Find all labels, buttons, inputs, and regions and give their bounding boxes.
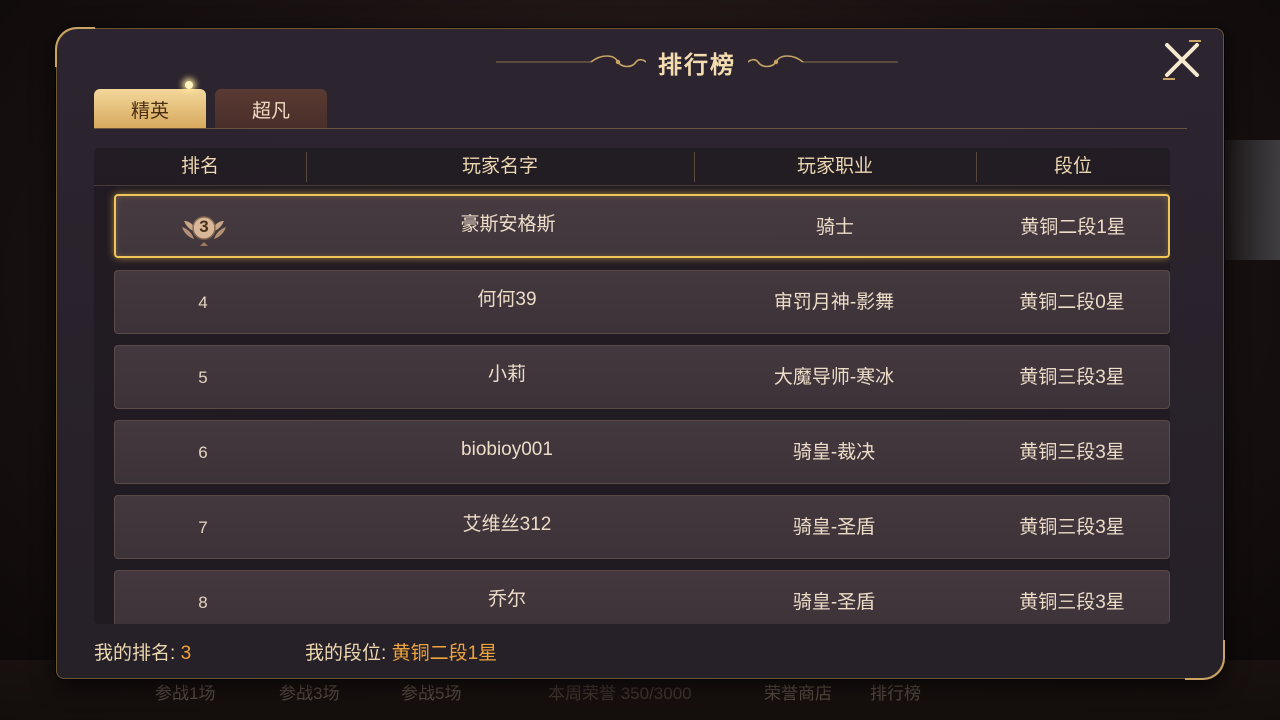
bg-weekly-honor: 本周荣誉 350/3000	[548, 684, 692, 703]
bg-task-5: 参战5场	[401, 684, 462, 703]
title-flourish-right-icon	[748, 55, 898, 68]
close-x-icon	[1163, 40, 1201, 80]
row-player-name: 豪斯安格斯	[460, 214, 556, 235]
my-tier-value: 黄铜二段1星	[391, 643, 498, 664]
row-tier: 黄铜三段3星	[1019, 442, 1125, 463]
row-rank-number: 3	[199, 217, 209, 236]
table-row-self[interactable]: 豪斯安格斯 骑士 黄铜二段1星 3	[114, 194, 1170, 258]
row-rank-number: 6	[198, 443, 208, 462]
row-player-name: 乔尔	[487, 589, 526, 610]
my-rank-value: 3	[180, 643, 192, 664]
bg-task-3: 参战3场	[279, 684, 340, 703]
row-player-name: biobioy001	[461, 439, 553, 460]
table-row[interactable]: 8 乔尔 骑皇-圣盾 黄铜三段3星	[114, 570, 1170, 624]
row-player-class: 骑皇-圣盾	[792, 592, 876, 613]
panel-title: 排行榜	[658, 51, 736, 79]
sparkle-effect	[185, 81, 193, 89]
row-player-class: 审罚月神-影舞	[773, 292, 895, 313]
my-rank-label: 我的排名:	[94, 643, 176, 664]
row-tier: 黄铜三段3星	[1019, 592, 1125, 613]
tab-transcendent[interactable]: 超凡	[215, 89, 327, 129]
table-row[interactable]: 7 艾维丝312 骑皇-圣盾 黄铜三段3星	[114, 495, 1170, 559]
column-header-player-class: 玩家职业	[796, 156, 873, 177]
row-rank-number: 7	[198, 518, 208, 537]
row-player-class: 骑皇-裁决	[792, 442, 876, 463]
panel-corner-ornament	[55, 27, 95, 67]
leaderboard-panel: 排行榜 精英 超凡 排名 玩家名字 玩家职业 段位 豪斯安格斯 骑士 黄铜二段1…	[55, 27, 1225, 680]
ranking-table: 排名 玩家名字 玩家职业 段位 豪斯安格斯 骑士 黄铜二段1星 3 4 何何39…	[94, 148, 1170, 624]
bg-leaderboard: 排行榜	[870, 684, 921, 703]
row-tier: 黄铜二段1星	[1020, 217, 1126, 238]
row-tier: 黄铜三段3星	[1019, 517, 1125, 538]
my-tier: 我的段位: 黄铜二段1星	[305, 638, 497, 665]
table-row[interactable]: 6 biobioy001 骑皇-裁决 黄铜三段3星	[114, 420, 1170, 484]
panel-title-bar: 排行榜	[487, 45, 907, 79]
tab-divider	[94, 128, 1187, 129]
table-row[interactable]: 5 小莉 大魔导师-寒冰 黄铜三段3星	[114, 345, 1170, 409]
row-player-class: 大魔导师-寒冰	[773, 367, 895, 388]
close-button[interactable]	[1159, 37, 1205, 83]
row-player-class: 骑士	[815, 217, 854, 238]
my-rank: 我的排名: 3	[94, 638, 191, 665]
title-flourish-left-icon	[496, 55, 646, 68]
row-player-name: 何何39	[477, 289, 537, 310]
row-tier: 黄铜三段3星	[1019, 367, 1125, 388]
row-tier: 黄铜二段0星	[1019, 292, 1125, 313]
row-rank-number: 8	[198, 593, 208, 612]
row-rank-number: 5	[198, 368, 208, 387]
row-player-name: 小莉	[487, 364, 526, 385]
bg-task-1: 参战1场	[155, 684, 216, 703]
row-player-name: 艾维丝312	[462, 514, 552, 535]
table-row[interactable]: 4 何何39 审罚月神-影舞 黄铜二段0星	[114, 270, 1170, 334]
column-header-rank: 排名	[180, 156, 219, 177]
table-header: 排名 玩家名字 玩家职业 段位	[94, 148, 1170, 186]
ranking-rows: 豪斯安格斯 骑士 黄铜二段1星 3 4 何何39 审罚月神-影舞 黄铜二段0星 …	[94, 186, 1170, 624]
tab-elite[interactable]: 精英	[94, 89, 206, 129]
row-rank-number: 4	[198, 293, 208, 312]
my-tier-label: 我的段位:	[305, 643, 387, 664]
row-player-class: 骑皇-圣盾	[792, 517, 876, 538]
bg-honor-shop: 荣誉商店	[764, 684, 832, 703]
column-header-player-name: 玩家名字	[461, 156, 538, 177]
column-header-tier: 段位	[1053, 156, 1092, 177]
